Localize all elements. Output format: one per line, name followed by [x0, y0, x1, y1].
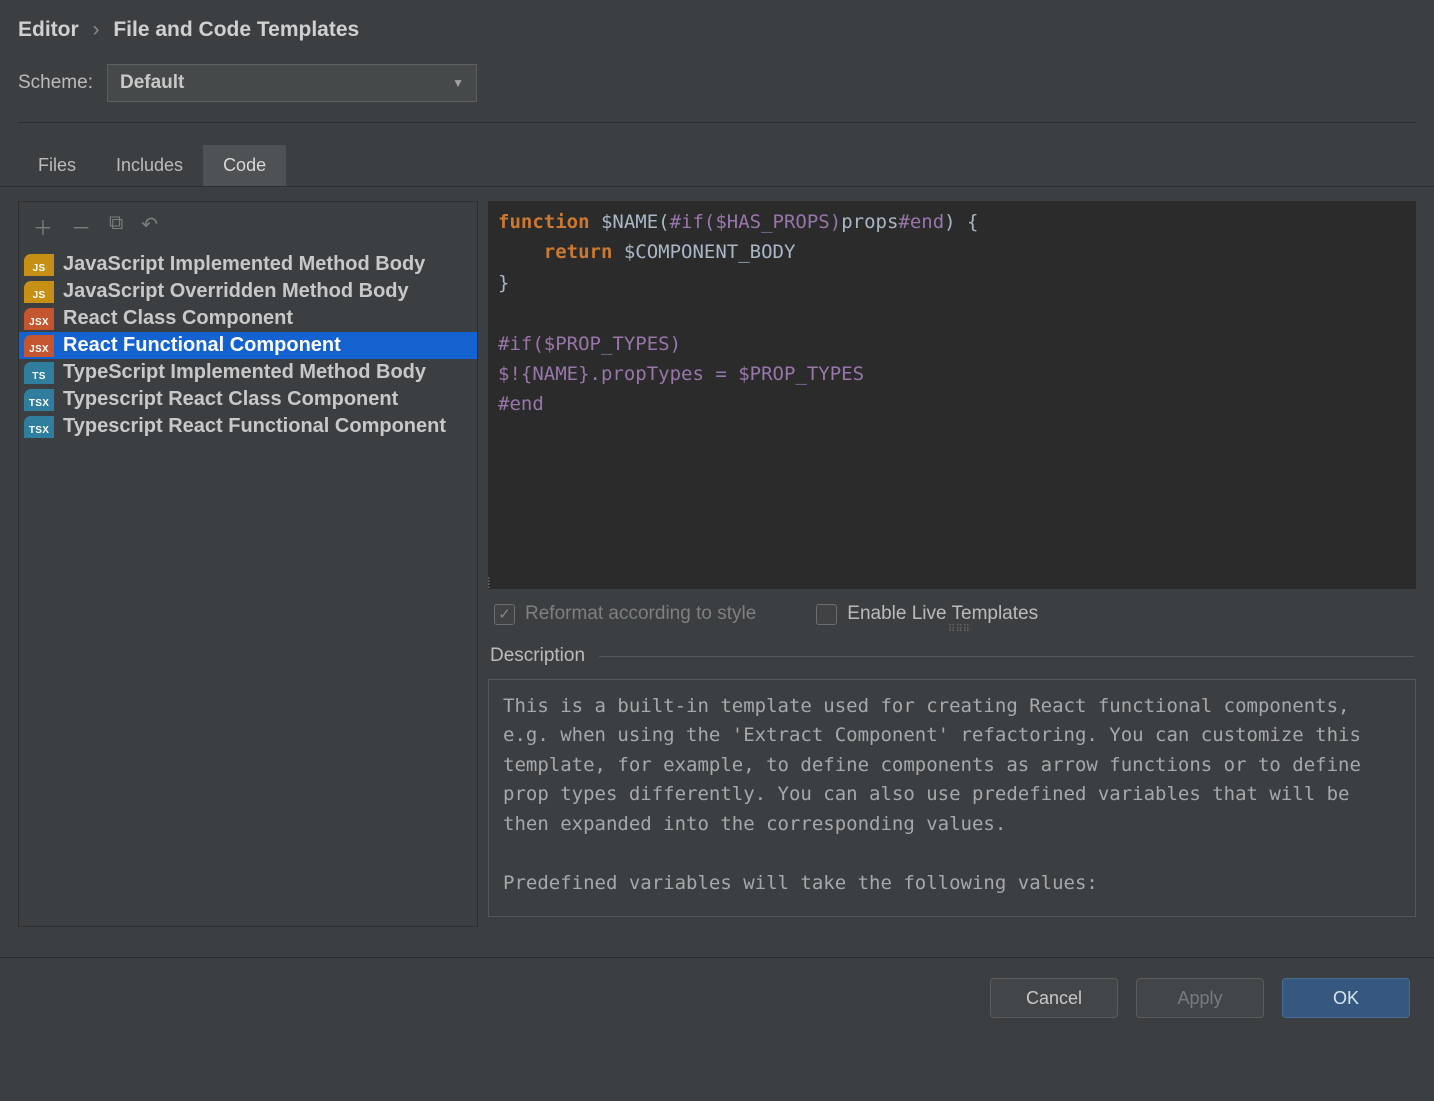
tab-code[interactable]: Code: [203, 145, 286, 186]
code-editor[interactable]: function $NAME(#if($HAS_PROPS)props#end)…: [488, 201, 1416, 589]
template-row[interactable]: TS TypeScript Implemented Method Body: [19, 359, 477, 386]
template-label: React Functional Component: [63, 334, 341, 357]
breadcrumb: Editor › File and Code Templates: [0, 0, 1434, 64]
template-label: JavaScript Overridden Method Body: [63, 280, 409, 303]
chevron-right-icon: ›: [93, 18, 100, 41]
main-content: ＋ － ⧉ ↶ JS JavaScript Implemented Method …: [0, 187, 1434, 927]
scheme-row: Scheme: Default ▼: [0, 64, 1434, 122]
editor-panel: function $NAME(#if($HAS_PROPS)props#end)…: [488, 201, 1416, 927]
template-row[interactable]: TSX Typescript React Class Component: [19, 386, 477, 413]
filetype-badge-icon: TS: [24, 362, 54, 384]
tab-files[interactable]: Files: [18, 145, 96, 186]
template-toolbar: ＋ － ⧉ ↶: [19, 202, 477, 251]
ok-button[interactable]: OK: [1282, 978, 1410, 1018]
cancel-button[interactable]: Cancel: [990, 978, 1118, 1018]
remove-icon[interactable]: －: [71, 212, 91, 241]
tabs: Files Includes Code: [0, 123, 1434, 187]
filetype-badge-icon: JSX: [24, 308, 54, 330]
filetype-badge-icon: TSX: [24, 416, 54, 438]
description-box: This is a built-in template used for cre…: [488, 679, 1416, 917]
template-label: JavaScript Implemented Method Body: [63, 253, 425, 276]
dialog-footer: Cancel Apply OK: [0, 957, 1434, 1038]
breadcrumb-current: File and Code Templates: [113, 18, 359, 41]
checkbox-icon: ✓: [494, 604, 515, 625]
filetype-badge-icon: TSX: [24, 389, 54, 411]
template-row[interactable]: JS JavaScript Implemented Method Body: [19, 251, 477, 278]
filetype-badge-icon: JS: [24, 281, 54, 303]
template-list[interactable]: JS JavaScript Implemented Method Body JS Ja…: [19, 251, 477, 440]
template-label: React Class Component: [63, 307, 293, 330]
scheme-label: Scheme:: [18, 72, 93, 94]
template-row[interactable]: TSX Typescript React Functional Component: [19, 413, 477, 440]
dropdown-icon: ▼: [452, 76, 464, 90]
resize-handle-icon[interactable]: ⠿⠿: [488, 580, 491, 589]
description-heading: Description: [488, 639, 1416, 679]
apply-button: Apply: [1136, 978, 1264, 1018]
template-row[interactable]: JSX React Class Component: [19, 305, 477, 332]
description-p2: Predefined variables will take the follo…: [503, 869, 1401, 898]
scheme-select[interactable]: Default ▼: [107, 64, 477, 102]
template-panel: ＋ － ⧉ ↶ JS JavaScript Implemented Method …: [18, 201, 478, 927]
editor-options: ✓ Reformat according to style Enable Liv…: [488, 589, 1416, 639]
template-label: TypeScript Implemented Method Body: [63, 361, 426, 384]
filetype-badge-icon: JS: [24, 254, 54, 276]
add-icon[interactable]: ＋: [33, 212, 53, 241]
template-label: Typescript React Functional Component: [63, 415, 446, 438]
scheme-value: Default: [120, 72, 184, 94]
reformat-checkbox: ✓ Reformat according to style: [494, 603, 756, 625]
copy-icon[interactable]: ⧉: [109, 212, 123, 241]
template-row[interactable]: JS JavaScript Overridden Method Body: [19, 278, 477, 305]
undo-icon[interactable]: ↶: [141, 212, 158, 241]
tab-includes[interactable]: Includes: [96, 145, 203, 186]
breadcrumb-parent[interactable]: Editor: [18, 18, 79, 41]
resize-handle-icon[interactable]: ⠿⠿⠿: [948, 627, 970, 632]
template-row[interactable]: JSX React Functional Component: [19, 332, 477, 359]
template-label: Typescript React Class Component: [63, 388, 398, 411]
live-templates-checkbox[interactable]: Enable Live Templates: [816, 603, 1038, 625]
checkbox-icon[interactable]: [816, 604, 837, 625]
filetype-badge-icon: JSX: [24, 335, 54, 357]
description-p1: This is a built-in template used for cre…: [503, 692, 1401, 839]
